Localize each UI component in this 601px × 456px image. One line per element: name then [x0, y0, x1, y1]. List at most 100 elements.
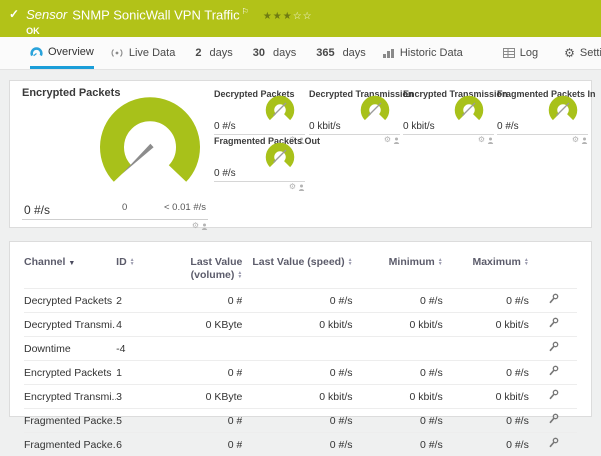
- channel-id: 6: [116, 432, 157, 456]
- gear-icon[interactable]: ⚙: [384, 136, 391, 144]
- tab-log-label: Log: [519, 47, 539, 59]
- object-kind-label: Sensor: [26, 7, 68, 23]
- last-value-volume: 0 #: [156, 432, 243, 456]
- channel-id: 3: [116, 384, 157, 409]
- priority-stars[interactable]: ★★★☆☆: [263, 11, 313, 22]
- gauge-dial: [548, 95, 578, 121]
- table-row: Downtime -4: [24, 336, 577, 361]
- channel-table-card: Channel ▼ ID ▲ ▼ Last Value (volume) ▲ ▼ Last…: [9, 241, 592, 456]
- gauge-icon: [30, 47, 43, 57]
- sort-icon: ▲ ▼: [437, 257, 443, 268]
- overview-gauges-card: Encrypted Packets 0 #/s 0 < 0.01 #/s ⚙ D…: [9, 80, 596, 230]
- last-value-volume: 0 #: [156, 360, 243, 385]
- last-value-volume: 0 KByte: [156, 312, 243, 337]
- channel-settings-wrench-icon[interactable]: [547, 317, 559, 329]
- tab-settings[interactable]: ⚙ Settings: [564, 37, 601, 69]
- tab-2-days-number: 2: [195, 47, 202, 59]
- maximum-value: 0 #/s: [442, 408, 529, 433]
- gauge-fragmented-packets-in[interactable]: Fragmented Packets In 0 #/s ⚙: [497, 89, 596, 144]
- pin-icon[interactable]: [298, 184, 305, 191]
- tab-log[interactable]: Log: [502, 37, 539, 69]
- gear-icon[interactable]: ⚙: [192, 222, 199, 230]
- sort-icon: ▲ ▼: [237, 270, 243, 281]
- last-value-volume: 0 KByte: [156, 384, 243, 409]
- channel-name: Downtime: [24, 336, 117, 361]
- tab-30-days-word: days: [272, 47, 297, 59]
- gauge-current-value: 0 #/s: [214, 168, 236, 179]
- tab-overview[interactable]: Overview: [30, 37, 94, 69]
- channel-name: Decrypted Packets: [24, 288, 117, 313]
- tab-historic-data-label: Historic Data: [399, 47, 463, 59]
- pin-icon[interactable]: [581, 137, 588, 144]
- maximum-value: [442, 336, 529, 361]
- minimum-value: 0 #/s: [352, 432, 443, 456]
- gauge-fragmented-packets-out[interactable]: Fragmented Packets Out 0 #/s ⚙: [214, 136, 320, 191]
- tab-overview-label: Overview: [48, 45, 94, 58]
- sensor-header: ✓ Sensor SNMP SonicWall VPN Traffic ⚐ ★★★☆☆…: [0, 0, 601, 37]
- channel-name: Fragmented Packe...: [24, 432, 117, 456]
- pin-icon[interactable]: [201, 223, 208, 230]
- minimum-value: [352, 336, 443, 361]
- tab-live-data[interactable]: Live Data: [110, 37, 175, 69]
- gauge-decrypted-packets[interactable]: Decrypted Packets 0 #/s ⚙: [214, 89, 305, 144]
- channel-id: 4: [116, 312, 157, 337]
- table-row: Decrypted Packets 2 0 # 0 #/s 0 #/s 0 #/…: [24, 288, 577, 313]
- pin-icon[interactable]: [393, 137, 400, 144]
- stars-empty[interactable]: ☆☆: [293, 11, 313, 22]
- tab-365-days-word: days: [342, 47, 366, 59]
- signal-icon: [111, 49, 123, 57]
- tab-365-days[interactable]: 365 days: [316, 37, 366, 69]
- pin-icon[interactable]: [487, 137, 494, 144]
- maximum-value: 0 kbit/s: [442, 384, 529, 409]
- gear-icon[interactable]: ⚙: [289, 183, 296, 191]
- tab-2-days[interactable]: 2 days: [195, 37, 232, 69]
- channel-name: Decrypted Transmi...: [24, 312, 117, 337]
- tab-settings-label: Settings: [579, 47, 601, 59]
- gear-icon[interactable]: ⚙: [478, 136, 485, 144]
- tab-live-data-label: Live Data: [128, 47, 176, 59]
- maximum-value: 0 #/s: [442, 288, 529, 313]
- column-header-maximum[interactable]: Maximum ▲ ▼: [443, 252, 528, 289]
- gauge-current-value: 0 #/s: [497, 121, 519, 132]
- channel-settings-wrench-icon[interactable]: [547, 341, 559, 353]
- tab-30-days-number: 30: [252, 47, 265, 59]
- gauge-scale-max: < 0.01 #/s: [164, 202, 206, 213]
- table-row: Decrypted Transmi... 4 0 KByte 0 kbit/s …: [24, 312, 577, 337]
- column-header-channel[interactable]: Channel ▼: [24, 252, 116, 289]
- column-header-last-value-volume[interactable]: Last Value (volume) ▲ ▼: [156, 252, 242, 289]
- channel-settings-wrench-icon[interactable]: [547, 365, 559, 377]
- column-header-label: Last Value (volume): [190, 256, 243, 282]
- last-value-volume: [156, 336, 243, 361]
- last-value-volume: 0 #: [156, 288, 243, 313]
- minimum-value: 0 kbit/s: [352, 384, 443, 409]
- column-header-label: Channel: [24, 256, 66, 268]
- gear-icon[interactable]: ⚙: [572, 136, 579, 144]
- channel-settings-wrench-icon[interactable]: [547, 293, 559, 305]
- tab-bar: Overview Live Data 2 days 30 days 365 days …: [0, 37, 601, 70]
- channel-settings-wrench-icon[interactable]: [547, 437, 559, 449]
- gauge-encrypted-transmission[interactable]: Encrypted Transmission 0 kbit/s ⚙: [403, 89, 508, 144]
- minimum-value: 0 #/s: [352, 360, 443, 385]
- maximum-value: 0 kbit/s: [442, 312, 529, 337]
- column-header-label: Minimum: [388, 256, 435, 268]
- stars-filled[interactable]: ★★★: [263, 11, 293, 22]
- sort-icon: ▲ ▼: [129, 257, 135, 268]
- last-value-speed: 0 kbit/s: [242, 384, 353, 409]
- tab-30-days[interactable]: 30 days: [253, 37, 297, 69]
- column-header-id[interactable]: ID ▲ ▼: [116, 252, 156, 289]
- table-row: Encrypted Transmi... 3 0 KByte 0 kbit/s …: [24, 384, 577, 409]
- gauge-decrypted-transmission[interactable]: Decrypted Transmission 0 kbit/s ⚙: [309, 89, 414, 144]
- column-header-label: Last Value (speed): [252, 256, 345, 268]
- gauge-dial: [360, 95, 390, 121]
- flag-icon[interactable]: ⚐: [242, 7, 249, 16]
- channel-settings-wrench-icon[interactable]: [547, 389, 559, 401]
- table-row: Fragmented Packe... 6 0 # 0 #/s 0 #/s 0 …: [24, 432, 577, 456]
- last-value-speed: 0 #/s: [242, 408, 353, 433]
- tab-historic-data[interactable]: Historic Data: [382, 37, 463, 69]
- column-header-last-value-speed[interactable]: Last Value (speed) ▲ ▼: [242, 252, 352, 289]
- sort-icon: ▲ ▼: [347, 257, 353, 268]
- minimum-value: 0 #/s: [352, 288, 443, 313]
- column-header-minimum[interactable]: Minimum ▲ ▼: [353, 252, 443, 289]
- gauge-encrypted-packets[interactable]: Encrypted Packets 0 #/s 0 < 0.01 #/s ⚙: [22, 87, 208, 230]
- channel-settings-wrench-icon[interactable]: [547, 413, 559, 425]
